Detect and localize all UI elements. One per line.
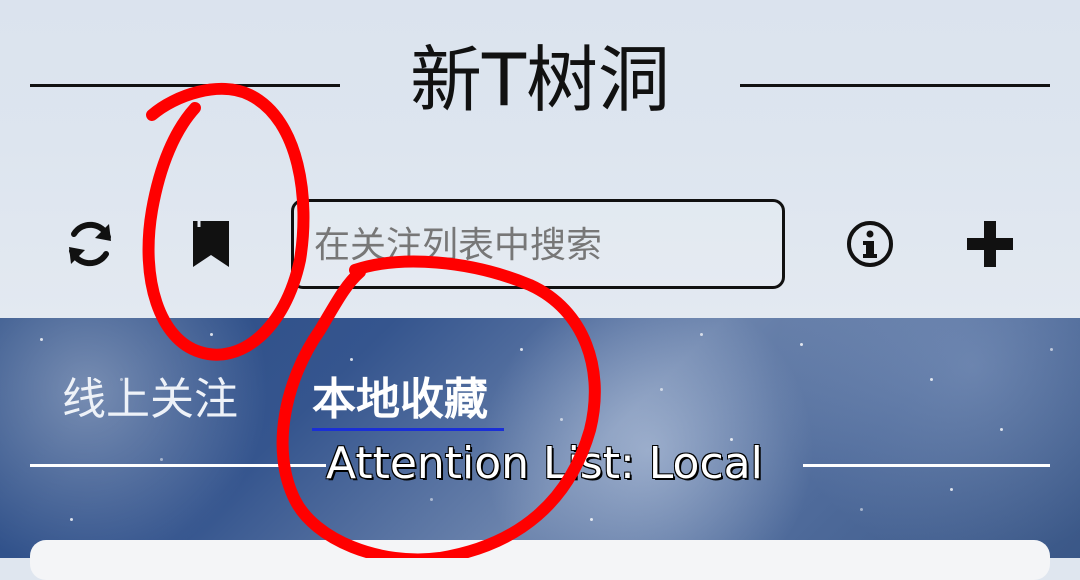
add-button[interactable] xyxy=(954,208,1026,280)
tab-local-favorites[interactable]: 本地收藏 xyxy=(312,368,488,432)
bookmark-icon xyxy=(193,221,229,267)
bookmark-button[interactable] xyxy=(175,208,247,280)
subtitle-divider-right xyxy=(803,464,1050,467)
search-input[interactable] xyxy=(312,202,766,288)
tab-online-attention[interactable]: 线上关注 xyxy=(62,368,238,432)
refresh-icon xyxy=(69,221,111,267)
plus-icon xyxy=(967,221,1013,267)
app-title: 新T树洞 xyxy=(410,38,670,122)
list-subtitle: Attention List: Local xyxy=(326,438,763,489)
search-field[interactable] xyxy=(291,199,785,289)
title-divider-right xyxy=(740,84,1050,87)
info-icon xyxy=(847,221,893,267)
info-button[interactable] xyxy=(834,208,906,280)
list-item-card[interactable] xyxy=(30,540,1050,580)
title-divider-left xyxy=(30,84,340,87)
refresh-button[interactable] xyxy=(54,208,126,280)
active-tab-indicator xyxy=(312,428,504,431)
subtitle-divider-left xyxy=(30,464,326,467)
